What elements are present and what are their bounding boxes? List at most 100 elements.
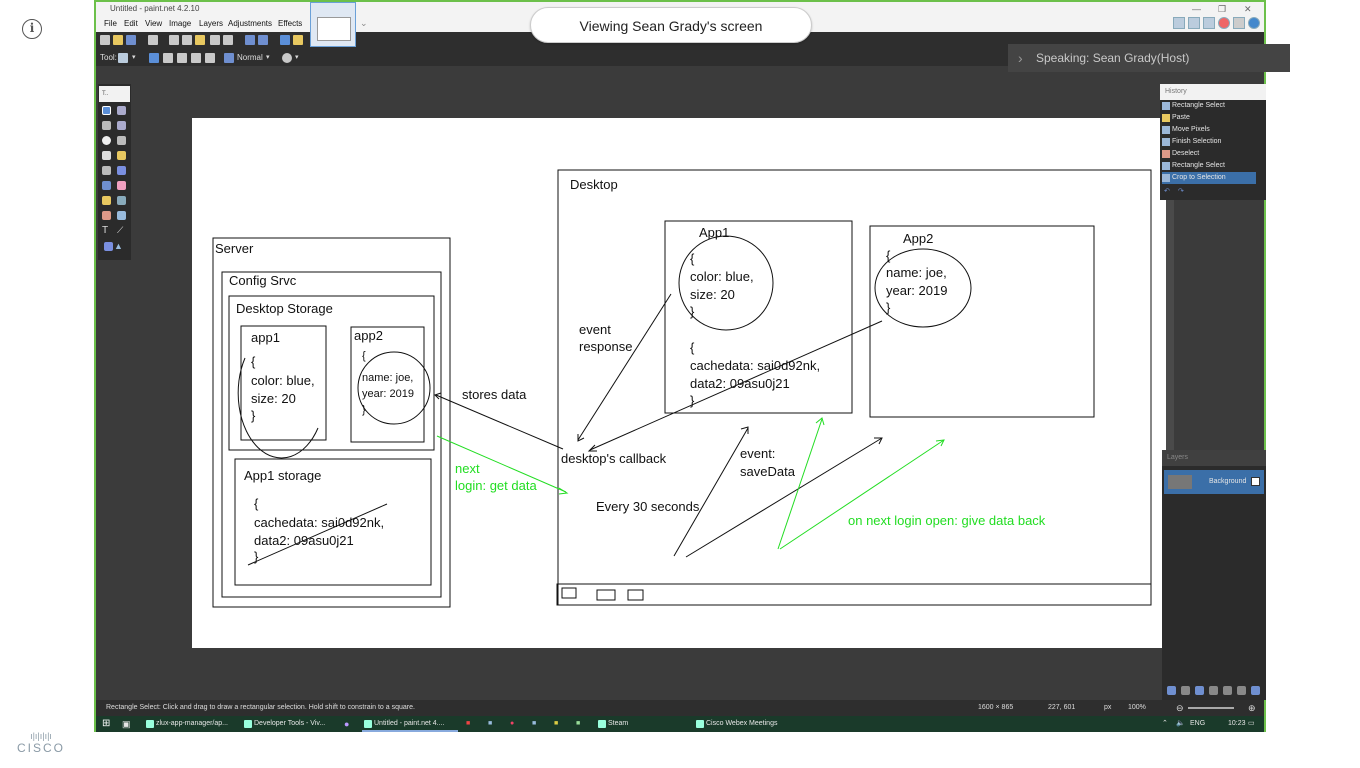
- cut-icon[interactable]: [169, 35, 179, 45]
- selection-mode-replace-icon[interactable]: [149, 53, 159, 63]
- history-item[interactable]: Paste: [1162, 112, 1256, 124]
- thumbnail-chevron-icon[interactable]: ⌄: [360, 18, 368, 29]
- copy-icon[interactable]: [182, 35, 192, 45]
- menu-file[interactable]: File: [104, 16, 117, 32]
- lasso-tool-icon[interactable]: [102, 121, 111, 130]
- line-curve-tool-icon[interactable]: ⟋: [117, 225, 123, 236]
- move-layer-up-icon[interactable]: [1223, 686, 1232, 695]
- tray-chevron-icon[interactable]: ⌃: [1162, 716, 1168, 732]
- menu-layers[interactable]: Layers: [199, 16, 223, 32]
- taskbar-app-icon[interactable]: ■: [554, 716, 558, 732]
- blend-mode-select[interactable]: Normal: [237, 50, 263, 66]
- layer-properties-icon[interactable]: [1251, 686, 1260, 695]
- selection-mode-exclude-icon[interactable]: [177, 53, 187, 63]
- eraser-tool-icon[interactable]: [117, 181, 126, 190]
- pan-tool-icon[interactable]: [117, 151, 126, 160]
- selection-mode-intersect-icon[interactable]: [191, 53, 201, 63]
- history-item[interactable]: Rectangle Select: [1162, 100, 1256, 112]
- colors-toggle-icon[interactable]: [1218, 17, 1230, 29]
- deselect-icon[interactable]: [223, 35, 233, 45]
- rectangle-select-tool-icon[interactable]: [102, 106, 111, 115]
- layer-row-background[interactable]: Background: [1164, 470, 1264, 494]
- rulers-icon[interactable]: [293, 35, 303, 45]
- layers-toggle-icon[interactable]: [1203, 17, 1215, 29]
- zoom-in-icon[interactable]: ⊕: [1248, 700, 1256, 716]
- taskbar-item[interactable]: Developer Tools - Viv...: [242, 716, 334, 732]
- undo-icon[interactable]: [245, 35, 255, 45]
- minimize-icon[interactable]: —: [1192, 2, 1201, 16]
- gradient-tool-icon[interactable]: [117, 166, 126, 175]
- taskbar-item[interactable]: Cisco Webex Meetings: [694, 716, 786, 732]
- menu-edit[interactable]: Edit: [124, 16, 138, 32]
- taskbar-app-icon[interactable]: ■: [576, 716, 580, 732]
- redo-icon[interactable]: [258, 35, 268, 45]
- history-item-selected[interactable]: Crop to Selection: [1162, 172, 1256, 184]
- grid-icon[interactable]: [280, 35, 290, 45]
- save-icon[interactable]: [126, 35, 136, 45]
- move-selection-tool-icon[interactable]: [117, 121, 126, 130]
- magic-wand-tool-icon[interactable]: [102, 151, 111, 160]
- text-tool-icon[interactable]: T: [102, 225, 108, 236]
- history-redo-icon[interactable]: ↷: [1178, 187, 1184, 195]
- merge-layer-icon[interactable]: [1209, 686, 1218, 695]
- start-icon[interactable]: ⊞: [102, 716, 110, 732]
- taskbar-item-active[interactable]: Untitled - paint.net 4....: [362, 716, 458, 732]
- history-item[interactable]: Finish Selection: [1162, 136, 1256, 148]
- history-item[interactable]: Move Pixels: [1162, 124, 1256, 136]
- selection-mode-union-icon[interactable]: [163, 53, 173, 63]
- image-canvas[interactable]: Server Config Srvc Desktop Storage app1 …: [192, 118, 1169, 648]
- taskbar-app-icon[interactable]: ●: [510, 716, 514, 732]
- menu-image[interactable]: Image: [169, 16, 191, 32]
- notifications-icon[interactable]: ▭: [1248, 716, 1255, 732]
- paintbrush-tool-icon[interactable]: [102, 181, 111, 190]
- print-icon[interactable]: [148, 35, 158, 45]
- move-selected-tool-icon[interactable]: [117, 106, 126, 115]
- taskbar-app-icon[interactable]: ■: [532, 716, 536, 732]
- selection-mode-invert-icon[interactable]: [205, 53, 215, 63]
- recolor-tool-icon[interactable]: [117, 211, 126, 220]
- current-tool-icon[interactable]: [118, 53, 128, 63]
- tools-toggle-icon[interactable]: [1173, 17, 1185, 29]
- menu-adjustments[interactable]: Adjustments: [228, 16, 272, 32]
- ellipse-select-tool-icon[interactable]: [102, 136, 111, 145]
- add-layer-icon[interactable]: [1167, 686, 1176, 695]
- units-select[interactable]: px: [1104, 700, 1111, 716]
- clone-stamp-tool-icon[interactable]: [102, 211, 111, 220]
- history-undo-icon[interactable]: ↶: [1164, 187, 1170, 195]
- history-item[interactable]: Rectangle Select: [1162, 160, 1256, 172]
- taskbar-item[interactable]: zlux-app-manager/ap...: [144, 716, 238, 732]
- history-toggle-icon[interactable]: [1188, 17, 1200, 29]
- duplicate-layer-icon[interactable]: [1195, 686, 1204, 695]
- image-thumbnail[interactable]: [310, 2, 356, 47]
- close-icon[interactable]: ✕: [1244, 2, 1252, 16]
- tool-dropdown-icon[interactable]: ▾: [132, 50, 136, 66]
- clock[interactable]: 10:23: [1228, 716, 1246, 732]
- zoom-out-icon[interactable]: ⊖: [1176, 700, 1184, 716]
- antialias-dropdown-icon[interactable]: ▾: [295, 50, 299, 66]
- help-icon[interactable]: [1248, 17, 1260, 29]
- paste-icon[interactable]: [195, 35, 205, 45]
- volume-icon[interactable]: 🔈: [1176, 716, 1185, 732]
- blend-mode-dropdown-icon[interactable]: ▾: [266, 50, 270, 66]
- paint-bucket-tool-icon[interactable]: [102, 166, 111, 175]
- taskbar-app-icon[interactable]: ■: [488, 716, 492, 732]
- settings-icon[interactable]: [1233, 17, 1245, 29]
- layer-visibility-checkbox[interactable]: [1251, 477, 1260, 486]
- delete-layer-icon[interactable]: [1181, 686, 1190, 695]
- new-icon[interactable]: [100, 35, 110, 45]
- taskbar-app-icon[interactable]: ■: [466, 716, 470, 732]
- restore-icon[interactable]: ❐: [1218, 2, 1226, 16]
- speaking-indicator[interactable]: › Speaking: Sean Grady(Host): [1008, 44, 1290, 72]
- zoom-level[interactable]: 100%: [1128, 700, 1146, 716]
- shapes-tool-icon[interactable]: [104, 242, 113, 251]
- move-layer-down-icon[interactable]: [1237, 686, 1246, 695]
- antialias-icon[interactable]: [282, 53, 292, 63]
- open-icon[interactable]: [113, 35, 123, 45]
- crop-icon[interactable]: [210, 35, 220, 45]
- history-item[interactable]: Deselect: [1162, 148, 1256, 160]
- taskbar-app-icon[interactable]: ●: [344, 716, 349, 732]
- color-picker-tool-icon[interactable]: [117, 196, 126, 205]
- blend-mode-icon[interactable]: [224, 53, 234, 63]
- menu-effects[interactable]: Effects: [278, 16, 302, 32]
- info-icon[interactable]: i: [22, 19, 42, 39]
